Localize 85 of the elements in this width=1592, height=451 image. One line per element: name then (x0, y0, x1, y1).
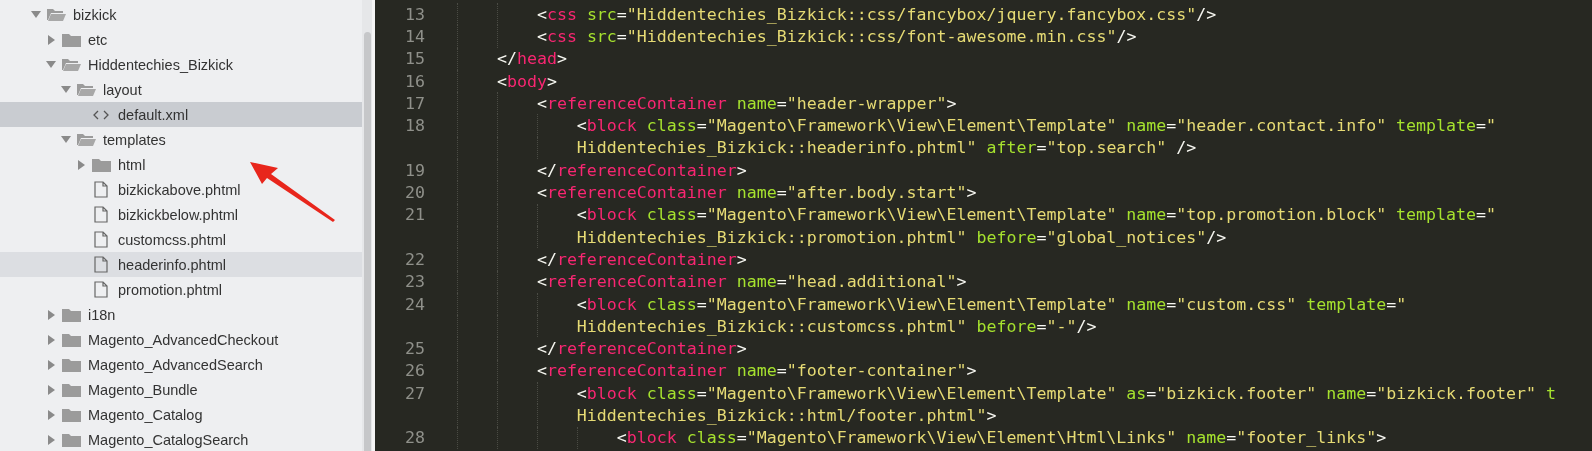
file-icon (94, 231, 108, 248)
tree-item[interactable]: Magento_Bundle (0, 377, 362, 402)
expand-arrow-icon[interactable] (47, 409, 55, 420)
tree-item[interactable]: Magento_CatalogSearch (0, 427, 362, 451)
code-line: <referenceContainer name="head.additional"> (536, 272, 967, 292)
collapse-arrow-icon[interactable] (61, 136, 71, 143)
file-icon (94, 181, 108, 198)
scrollbar[interactable] (362, 0, 372, 451)
folder-icon (61, 332, 81, 347)
tree-item[interactable]: promotion.phtml (0, 277, 362, 302)
file-icon (94, 281, 108, 298)
tree-item[interactable]: Magento_AdvancedSearch (0, 352, 362, 377)
open-folder-icon (76, 82, 96, 97)
file-icon (94, 256, 108, 273)
line-number: 16 (404, 71, 426, 91)
tree-item[interactable]: Magento_AdvancedCheckout (0, 327, 362, 352)
open-folder-icon (46, 7, 66, 22)
line-number: 23 (404, 272, 426, 292)
line-number: 24 (404, 294, 426, 314)
code-line: </referenceContainer> (536, 249, 747, 269)
tree-item[interactable]: i18n (0, 302, 362, 327)
code-line: <referenceContainer name="footer-container"> (536, 361, 977, 381)
code-line: Hiddentechies_Bizkick::customcss.phtml" before="-"/> (576, 316, 1097, 336)
code-line: <block class="Magento\Framework\View\Element\Html\Links" name="footer_links"> (616, 428, 1387, 448)
tree-item[interactable]: bizkick (0, 2, 362, 27)
code-line: </referenceContainer> (536, 339, 747, 359)
tree-item[interactable]: layout (0, 77, 362, 102)
tree-item[interactable]: templates (0, 127, 362, 152)
code-line: <block class="Magento\Framework\View\Element\Template" as="bizkick.footer" name="bizkick.footer" t (576, 383, 1556, 403)
line-number: 25 (404, 339, 426, 359)
folder-icon (61, 432, 81, 447)
tree-item[interactable]: etc (0, 27, 362, 52)
folder-icon (61, 357, 81, 372)
line-number: 27 (404, 383, 426, 403)
expand-arrow-icon[interactable] (47, 359, 55, 370)
code-line: Hiddentechies_Bizkick::html/footer.phtml"> (576, 406, 997, 425)
expand-arrow-icon[interactable] (77, 159, 85, 170)
tree-item[interactable]: bizkickbelow.phtml (0, 202, 362, 227)
tree-item[interactable]: default.xml (0, 102, 362, 127)
expand-arrow-icon[interactable] (47, 384, 55, 395)
code-line: <block class="Magento\Framework\View\Element\Template" name="header.contact.info" template=" (576, 116, 1497, 136)
collapse-arrow-icon[interactable] (61, 86, 71, 93)
tree-item[interactable]: Magento_Catalog (0, 402, 362, 427)
line-number: 15 (404, 49, 426, 69)
folder-icon (61, 307, 81, 322)
line-number: 21 (404, 205, 426, 225)
line-number: 19 (404, 160, 426, 180)
code-line: <referenceContainer name="after.body.start"> (536, 183, 977, 202)
folder-icon (61, 407, 81, 422)
code-line: <referenceContainer name="header-wrapper"> (536, 93, 957, 113)
folder-icon (61, 32, 81, 47)
collapse-arrow-icon[interactable] (31, 11, 41, 18)
file-icon (94, 206, 108, 223)
code-line: <body> (496, 71, 557, 91)
code-icon (93, 109, 109, 120)
code-line: </referenceContainer> (536, 160, 747, 180)
tree-item[interactable]: headerinfo.phtml (0, 252, 362, 277)
tree-item[interactable]: bizkickabove.phtml (0, 177, 362, 202)
line-number: 13 (404, 4, 426, 24)
folder-icon (91, 157, 111, 172)
tree-item[interactable]: customcss.phtml (0, 227, 362, 252)
line-number: 22 (404, 249, 426, 269)
folder-icon (61, 382, 81, 397)
code-line: <css src="Hiddentechies_Bizkick::css/font-awesome.min.css"/> (536, 26, 1137, 46)
collapse-arrow-icon[interactable] (46, 61, 56, 68)
line-number: 14 (404, 26, 426, 46)
code-line: <css src="Hiddentechies_Bizkick::css/fancybox/jquery.fancybox.css"/> (536, 4, 1217, 24)
code-line: <block class="Magento\Framework\View\Element\Template" name="custom.css" template=" (576, 294, 1407, 314)
expand-arrow-icon[interactable] (47, 34, 55, 45)
code-line: <block class="Magento\Framework\View\Element\Template" name="top.promotion.block" template=" (576, 205, 1497, 225)
code-line: Hiddentechies_Bizkick::promotion.phtml" before="global_notices"/> (576, 227, 1227, 247)
code-line: </head> (496, 49, 567, 69)
line-number: 20 (404, 183, 426, 202)
expand-arrow-icon[interactable] (47, 434, 55, 445)
expand-arrow-icon[interactable] (47, 309, 55, 320)
code-line: Hiddentechies_Bizkick::headerinfo.phtml" after="top.search" /> (576, 138, 1197, 158)
line-number: 26 (404, 361, 426, 381)
line-number: 28 (404, 428, 426, 448)
open-folder-icon (76, 132, 96, 147)
expand-arrow-icon[interactable] (47, 334, 55, 345)
line-number: 18 (404, 116, 426, 136)
tree-item[interactable]: Hiddentechies_Bizkick (0, 52, 362, 77)
tree-item[interactable]: html (0, 152, 362, 177)
open-folder-icon (61, 57, 81, 72)
line-number: 17 (404, 93, 426, 113)
